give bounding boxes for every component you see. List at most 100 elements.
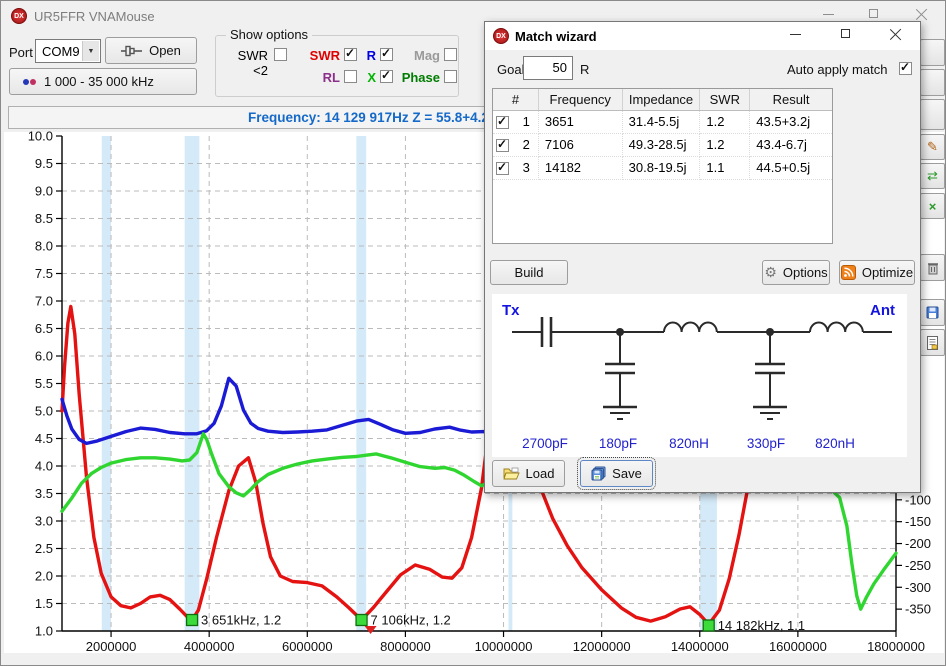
side-toolbar-button-1[interactable] — [920, 39, 945, 66]
port-combobox[interactable]: COM9 ▼ — [35, 39, 101, 63]
goal-input[interactable]: 50 — [523, 56, 573, 80]
save-stack-icon — [591, 466, 606, 481]
table-cell: 1.2 — [700, 134, 750, 157]
app-dx-icon: DX — [11, 8, 27, 24]
minimize-icon — [823, 14, 834, 15]
dialog-close-button[interactable] — [881, 25, 911, 43]
x-checkbox[interactable]: ✓ — [380, 70, 393, 83]
dialog-title: Match wizard — [515, 29, 597, 44]
build-button-label: Build — [515, 265, 544, 280]
clear-marks-button[interactable]: × — [920, 193, 945, 219]
mag-checkbox[interactable]: ✓ — [444, 48, 457, 61]
auto-apply-checkbox[interactable]: ✓ — [899, 62, 912, 75]
table-cell: 43.4-6.7j — [750, 134, 832, 157]
show-option-label: SWR <2 — [220, 48, 268, 78]
dialog-maximize-button[interactable] — [831, 25, 861, 43]
row-number: 3 — [523, 157, 530, 179]
column-header[interactable]: Impedance — [623, 89, 701, 110]
table-cell: 1.2 — [700, 111, 750, 134]
table-row[interactable]: ✓2710649.3-28.5j1.243.4-6.7j — [493, 134, 832, 157]
rl-checkbox[interactable]: ✓ — [344, 70, 357, 83]
table-cell: 44.5+0.5j — [750, 157, 832, 180]
match-wizard-dialog: DX Match wizard Goal 50 R Auto apply mat… — [484, 21, 921, 493]
table-cell: 43.5+3.2j — [750, 111, 832, 134]
goal-label: Goal — [497, 62, 524, 77]
swap-arrows-icon: ⇄ — [927, 168, 938, 184]
save-data-button[interactable] — [920, 299, 945, 326]
load-button[interactable]: Load — [492, 460, 565, 487]
match-table-body: ✓1365131.4-5.5j1.243.5+3.2j✓2710649.3-28… — [493, 111, 832, 180]
circuit-diagram: Tx Ant — [492, 294, 907, 457]
sweep-range-button[interactable]: 1 000 - 35 000 kHz — [9, 68, 197, 95]
floppy-icon — [926, 306, 939, 319]
refresh-button[interactable]: ⇄ — [920, 163, 945, 189]
column-header[interactable]: SWR — [700, 89, 750, 110]
dialog-minimize-button[interactable] — [781, 25, 811, 43]
port-value: COM9 — [42, 44, 80, 59]
table-row[interactable]: ✓1365131.4-5.5j1.243.5+3.2j — [493, 111, 832, 134]
show-option-label: RL — [304, 70, 340, 85]
table-row[interactable]: ✓31418230.8-19.5j1.144.5+0.5j — [493, 157, 832, 180]
goal-unit-label: R — [580, 62, 589, 77]
side-toolbar-button-3[interactable] — [920, 99, 945, 130]
report-button[interactable] — [920, 329, 945, 356]
row-checkbox[interactable]: ✓ — [496, 139, 509, 152]
phase-checkbox[interactable]: ✓ — [444, 70, 457, 83]
dialog-titlebar[interactable]: DX Match wizard — [485, 22, 920, 50]
window-bottom-strip — [1, 653, 945, 666]
maximize-icon — [869, 9, 878, 18]
column-header[interactable]: Frequency — [539, 89, 623, 110]
row-number: 2 — [523, 134, 530, 156]
row-number: 1 — [523, 111, 530, 133]
column-header[interactable]: # — [493, 89, 539, 110]
show-option-label: Phase — [398, 70, 440, 85]
folder-open-icon — [503, 467, 520, 480]
auto-apply-label: Auto apply match — [787, 62, 887, 77]
options-button[interactable]: ⚙ Options — [762, 260, 830, 285]
match-table-header: # Frequency Impedance SWR Result — [493, 89, 832, 111]
table-cell: 14182 — [539, 157, 623, 180]
row-select-cell: ✓1 — [493, 111, 539, 134]
table-cell: 30.8-19.5j — [623, 157, 701, 180]
maximize-icon — [841, 29, 850, 38]
show-option-label: R — [360, 48, 376, 63]
r-checkbox[interactable]: ✓ — [380, 48, 393, 61]
row-select-cell: ✓2 — [493, 134, 539, 157]
save-button[interactable]: Save — [580, 460, 653, 487]
paint-button[interactable]: ✎ — [920, 134, 945, 160]
build-button[interactable]: Build — [490, 260, 568, 285]
save-button-label: Save — [612, 466, 642, 481]
document-icon — [927, 336, 938, 350]
port-label: Port — [9, 45, 33, 60]
trash-icon — [927, 261, 939, 275]
show-option-label: X — [360, 70, 376, 85]
load-button-label: Load — [526, 466, 555, 481]
component-value: 820nH — [815, 436, 855, 451]
open-port-button[interactable]: Open — [105, 37, 197, 64]
plug-icon — [121, 45, 143, 57]
table-cell: 7106 — [539, 134, 623, 157]
optimize-button-label: Optimize — [862, 265, 913, 280]
delete-button[interactable] — [920, 254, 945, 281]
table-cell: 1.1 — [700, 157, 750, 180]
close-icon — [916, 8, 928, 20]
table-cell: 3651 — [539, 111, 623, 134]
swr-lt2-checkbox[interactable]: ✓ — [274, 48, 287, 61]
show-options-group: Show options SWR <2 ✓ SWR ✓ R ✓ Mag ✓ RL… — [215, 35, 459, 97]
match-table: # Frequency Impedance SWR Result ✓136513… — [492, 88, 833, 244]
dialog-dx-icon: DX — [493, 28, 509, 44]
row-select-cell: ✓3 — [493, 157, 539, 180]
chevron-down-icon[interactable]: ▼ — [82, 41, 99, 61]
show-option-label: Mag — [402, 48, 440, 63]
row-checkbox[interactable]: ✓ — [496, 116, 509, 129]
close-icon — [890, 28, 902, 40]
optimize-button[interactable]: Optimize — [839, 260, 915, 285]
component-value: 2700pF — [522, 436, 568, 451]
column-header[interactable]: Result — [750, 89, 832, 110]
green-cross-icon: × — [929, 199, 937, 214]
side-toolbar-button-2[interactable] — [920, 69, 945, 96]
component-value: 180pF — [599, 436, 637, 451]
row-checkbox[interactable]: ✓ — [496, 162, 509, 175]
swr-checkbox[interactable]: ✓ — [344, 48, 357, 61]
minimize-icon — [790, 34, 801, 35]
